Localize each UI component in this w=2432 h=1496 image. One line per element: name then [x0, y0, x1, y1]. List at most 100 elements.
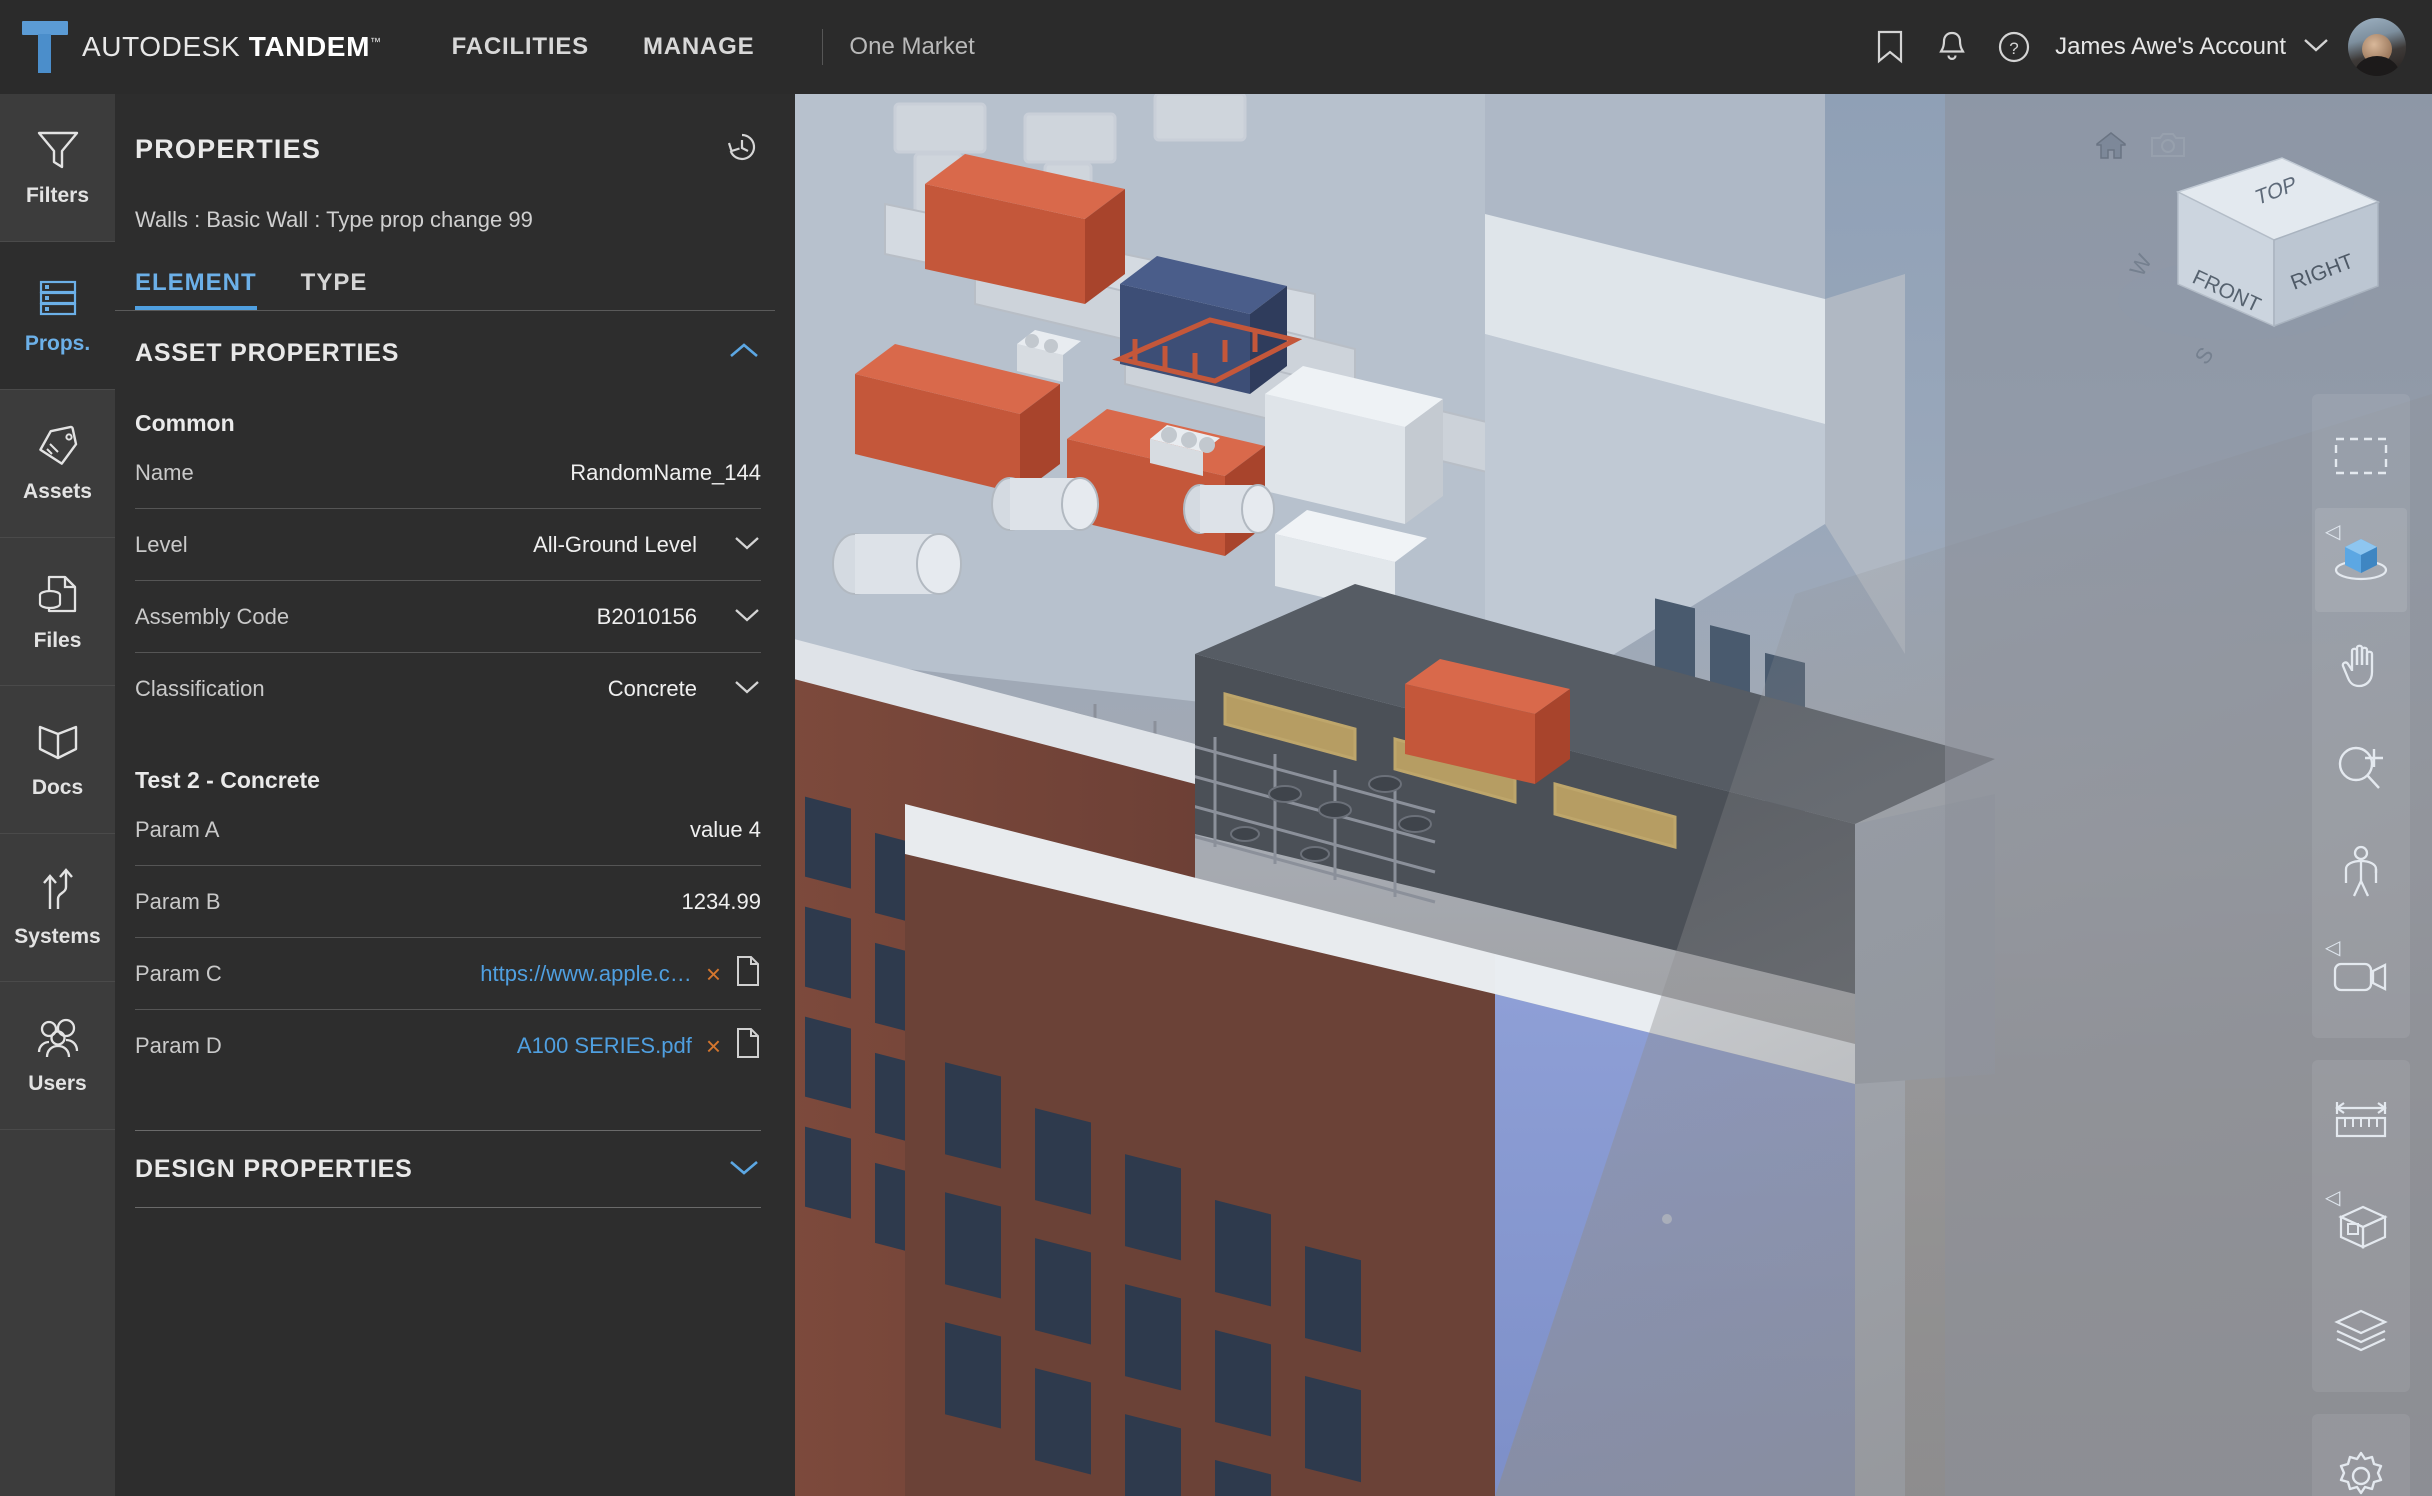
group-title-common: Common [135, 410, 235, 436]
property-value[interactable]: RandomName_144 [570, 460, 761, 486]
history-clock-icon[interactable] [725, 130, 759, 169]
property-value[interactable]: A100 SERIES.pdf × [517, 1027, 761, 1065]
sidebar-item-filters[interactable]: Filters [0, 94, 115, 242]
chevron-down-icon[interactable] [733, 532, 761, 558]
document-icon[interactable] [735, 955, 761, 993]
users-group-icon [37, 1018, 78, 1057]
property-value[interactable]: 1234.99 [681, 889, 761, 915]
property-value[interactable]: Concrete [608, 676, 761, 702]
pan-hand-icon [2341, 644, 2374, 688]
property-value-text: value 4 [690, 816, 761, 842]
avatar[interactable] [2348, 18, 2406, 76]
property-row-classification[interactable]: Classification Concrete [135, 653, 761, 725]
brand-logo-group[interactable]: AUTODESK TANDEM™ [0, 21, 382, 73]
sidebar-item-systems[interactable]: Systems [0, 834, 115, 982]
property-row-name[interactable]: Name RandomName_144 [135, 437, 761, 509]
orbit-tool-button[interactable]: ◁ [2315, 508, 2407, 612]
viewport-toolbar: ◁ ◁ ◁ [2312, 394, 2410, 1496]
chevron-up-icon[interactable] [727, 340, 761, 367]
viewport-toolbar-group-analysis: ◁ [2312, 1060, 2410, 1392]
selected-element-breadcrumb: Walls : Basic Wall : Type prop change 99 [135, 207, 533, 232]
remove-icon[interactable]: × [706, 1033, 721, 1059]
section-box-icon [2338, 1205, 2388, 1249]
gear-icon [2339, 1451, 2383, 1495]
bookmark-icon[interactable] [1859, 16, 1921, 78]
sidebar-item-files[interactable]: Files [0, 538, 115, 686]
property-key: Assembly Code [135, 603, 290, 629]
camera-interactions-tool-button[interactable]: ◁ [2315, 924, 2407, 1028]
property-row-param-d[interactable]: Param D A100 SERIES.pdf × [135, 1010, 761, 1082]
property-value[interactable]: https://www.apple.c… × [480, 955, 761, 993]
property-value-link[interactable]: https://www.apple.c… [480, 961, 692, 987]
chevron-down-icon[interactable] [727, 1156, 761, 1183]
sidebar-item-users[interactable]: Users [0, 982, 115, 1130]
zoom-tool-button[interactable] [2315, 716, 2407, 820]
test2-property-rows: Param A value 4 Param B 1234.99 Param C … [115, 794, 795, 1082]
property-value[interactable]: B2010156 [597, 604, 761, 630]
account-name-label[interactable]: James Awe's Account [2055, 33, 2286, 61]
sidebar-item-label: Files [33, 628, 82, 652]
sidebar-item-label: Systems [14, 924, 101, 948]
property-key: Param C [135, 960, 222, 986]
design-properties-title: DESIGN PROPERTIES [135, 1154, 413, 1183]
sidebar-item-label: Assets [23, 479, 92, 503]
file-database-icon [38, 575, 76, 612]
help-circle-icon[interactable]: ? [1983, 16, 2045, 78]
common-property-rows: Name RandomName_144 Level All-Ground Lev… [115, 437, 795, 725]
brand-tm-mark: ™ [370, 36, 382, 49]
property-row-param-a[interactable]: Param A value 4 [135, 794, 761, 866]
viewport-toolbar-group-settings [2312, 1414, 2410, 1496]
selection-tool-button[interactable] [2315, 404, 2407, 508]
nav-manage[interactable]: MANAGE [643, 33, 754, 61]
property-key: Classification [135, 676, 265, 701]
remove-icon[interactable]: × [706, 961, 721, 987]
measure-tool-button[interactable] [2315, 1070, 2407, 1174]
caret-icon: ◁ [2325, 1187, 2341, 1209]
svg-text:?: ? [2009, 39, 2018, 58]
asset-properties-title: ASSET PROPERTIES [135, 339, 400, 367]
chevron-down-icon[interactable] [733, 676, 761, 702]
property-row-assembly-code[interactable]: Assembly Code B2010156 [135, 581, 761, 653]
view-navigation-cube-group[interactable]: W S TOP FRONT RIGHT [2066, 120, 2396, 380]
model-viewport-3d[interactable]: W S TOP FRONT RIGHT ◁ ◁ ◁ [795, 94, 2432, 1496]
sidebar-item-label: Filters [25, 183, 90, 207]
property-value-text: 1234.99 [681, 888, 761, 914]
asset-properties-section-header[interactable]: ASSET PROPERTIES [115, 311, 795, 368]
view-cube[interactable]: W S TOP FRONT RIGHT [2066, 130, 2396, 380]
tab-element[interactable]: ELEMENT [135, 269, 257, 310]
header-actions: ? James Awe's Account [1859, 16, 2432, 78]
nav-facilities[interactable]: FACILITIES [452, 33, 589, 61]
bell-icon[interactable] [1921, 16, 1983, 78]
property-value[interactable]: All-Ground Level [533, 532, 761, 558]
chevron-down-icon[interactable] [733, 604, 761, 630]
settings-tool-button[interactable] [2315, 1424, 2407, 1496]
property-row-level[interactable]: Level All-Ground Level [135, 509, 761, 581]
property-value[interactable]: value 4 [690, 817, 761, 843]
section-analysis-tool-button[interactable]: ◁ [2315, 1174, 2407, 1278]
property-key: Level [135, 531, 188, 557]
sidebar-item-assets[interactable]: Assets [0, 390, 115, 538]
property-value-link[interactable]: A100 SERIES.pdf [517, 1033, 692, 1059]
chevron-down-icon[interactable] [2302, 36, 2330, 59]
tandem-app-window: AUTODESK TANDEM™ FACILITIES MANAGE One M… [0, 0, 2432, 1496]
page-title: PROPERTIES [135, 134, 322, 164]
properties-tabs: ELEMENT TYPE [115, 233, 775, 311]
funnel-icon [37, 131, 78, 168]
property-key: Param B [135, 888, 221, 914]
sidebar-item-props[interactable]: Props. [0, 242, 115, 390]
sidebar-item-docs[interactable]: Docs [0, 686, 115, 834]
property-row-param-b[interactable]: Param B 1234.99 [135, 866, 761, 938]
model-layers-tool-button[interactable] [2315, 1278, 2407, 1382]
property-value-text: All-Ground Level [533, 531, 697, 557]
document-icon[interactable] [735, 1027, 761, 1065]
brand-autodesk-text: AUTODESK [82, 31, 249, 62]
property-key: Name [135, 459, 194, 485]
branching-arrows-icon [42, 867, 73, 909]
caret-icon: ◁ [2325, 937, 2341, 959]
top-navigation: FACILITIES MANAGE [452, 33, 755, 61]
tab-type[interactable]: TYPE [301, 269, 368, 310]
design-properties-section-header[interactable]: DESIGN PROPERTIES [135, 1130, 761, 1208]
property-row-param-c[interactable]: Param C https://www.apple.c… × [135, 938, 761, 1010]
first-person-tool-button[interactable] [2315, 820, 2407, 924]
pan-tool-button[interactable] [2315, 612, 2407, 716]
